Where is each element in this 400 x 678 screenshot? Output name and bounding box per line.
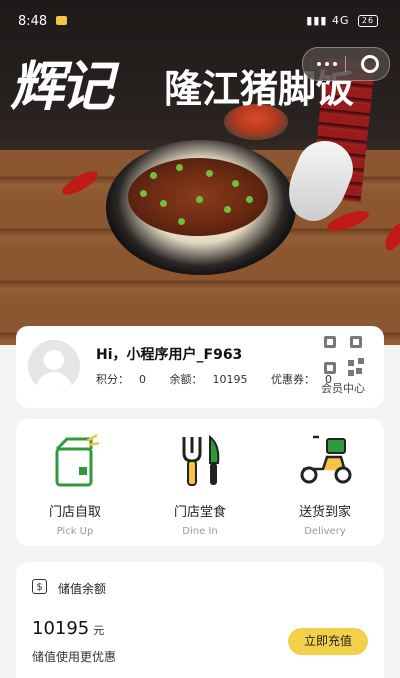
more-icon[interactable] bbox=[317, 62, 321, 66]
stored-value-title: 储值余额 bbox=[58, 582, 107, 596]
shopping-bag-icon bbox=[20, 431, 130, 489]
signal-icon: ▮▮▮ bbox=[306, 14, 328, 27]
notification-icon bbox=[56, 16, 67, 25]
currency-unit: 元 bbox=[93, 624, 105, 637]
pickup-label: 门店自取 bbox=[48, 505, 101, 520]
capsule-divider bbox=[345, 56, 346, 72]
stored-value-card: $ 储值余额 10195 元 储值使用更优惠 立即充值 bbox=[16, 562, 384, 678]
avatar[interactable] bbox=[28, 340, 80, 392]
qr-code-icon bbox=[324, 336, 364, 376]
avatar-body-shape bbox=[36, 372, 72, 392]
points-label: 积分： bbox=[96, 373, 129, 386]
scooter-icon bbox=[270, 431, 380, 489]
pickup-option[interactable]: 门店自取 Pick Up bbox=[20, 431, 130, 537]
brand-logo-script: 辉记 bbox=[10, 54, 114, 118]
dine-in-option[interactable]: 门店堂食 Dine In bbox=[145, 431, 255, 537]
coupon-label: 优惠券： bbox=[271, 373, 315, 386]
points-stat[interactable]: 积分： 0 bbox=[96, 373, 156, 386]
member-center-label: 会员中心 bbox=[321, 382, 365, 395]
recharge-button[interactable]: 立即充值 bbox=[288, 628, 368, 655]
user-greeting: Hi，小程序用户_F963 bbox=[96, 347, 243, 363]
pickup-sublabel: Pick Up bbox=[56, 526, 94, 537]
battery-icon: 26 bbox=[358, 15, 378, 27]
dine-in-label: 门店堂食 bbox=[173, 505, 226, 520]
user-info-card: Hi，小程序用户_F963 积分： 0 余额： 10195 优惠券： 0 会员中心 bbox=[16, 326, 384, 408]
hero-banner: 辉记 隆江猪脚饭 8:48 ▮▮▮ 4G 26 bbox=[0, 0, 400, 345]
status-time: 8:48 bbox=[18, 14, 48, 29]
dine-in-sublabel: Dine In bbox=[182, 526, 218, 537]
balance-value: 10195 bbox=[212, 373, 248, 386]
delivery-option[interactable]: 送货到家 Delivery bbox=[270, 431, 380, 537]
delivery-sublabel: Delivery bbox=[304, 526, 346, 537]
delivery-label: 送货到家 bbox=[298, 505, 351, 520]
balance-stat[interactable]: 余额： 10195 bbox=[170, 373, 258, 386]
network-label: 4G bbox=[331, 14, 350, 27]
fork-knife-icon bbox=[145, 431, 255, 489]
stored-value-subtitle: 储值使用更优惠 bbox=[32, 650, 117, 664]
dollar-icon: $ bbox=[32, 579, 47, 594]
status-bar: 8:48 ▮▮▮ 4G 26 bbox=[0, 0, 400, 42]
stored-value-number: 10195 bbox=[32, 618, 90, 639]
avatar-head-shape bbox=[44, 350, 64, 370]
balance-label: 余额： bbox=[169, 373, 203, 386]
points-value: 0 bbox=[139, 373, 146, 386]
close-miniprogram-icon[interactable] bbox=[361, 55, 379, 73]
service-options-card: 门店自取 Pick Up 门店堂食 Dine In 送货到家 Delivery bbox=[16, 419, 384, 546]
status-indicators: ▮▮▮ 4G 26 bbox=[306, 14, 378, 27]
member-center-button[interactable]: 会员中心 bbox=[314, 336, 372, 400]
miniprogram-capsule[interactable] bbox=[302, 47, 390, 81]
stored-value-amount: 10195 元 bbox=[32, 618, 104, 639]
